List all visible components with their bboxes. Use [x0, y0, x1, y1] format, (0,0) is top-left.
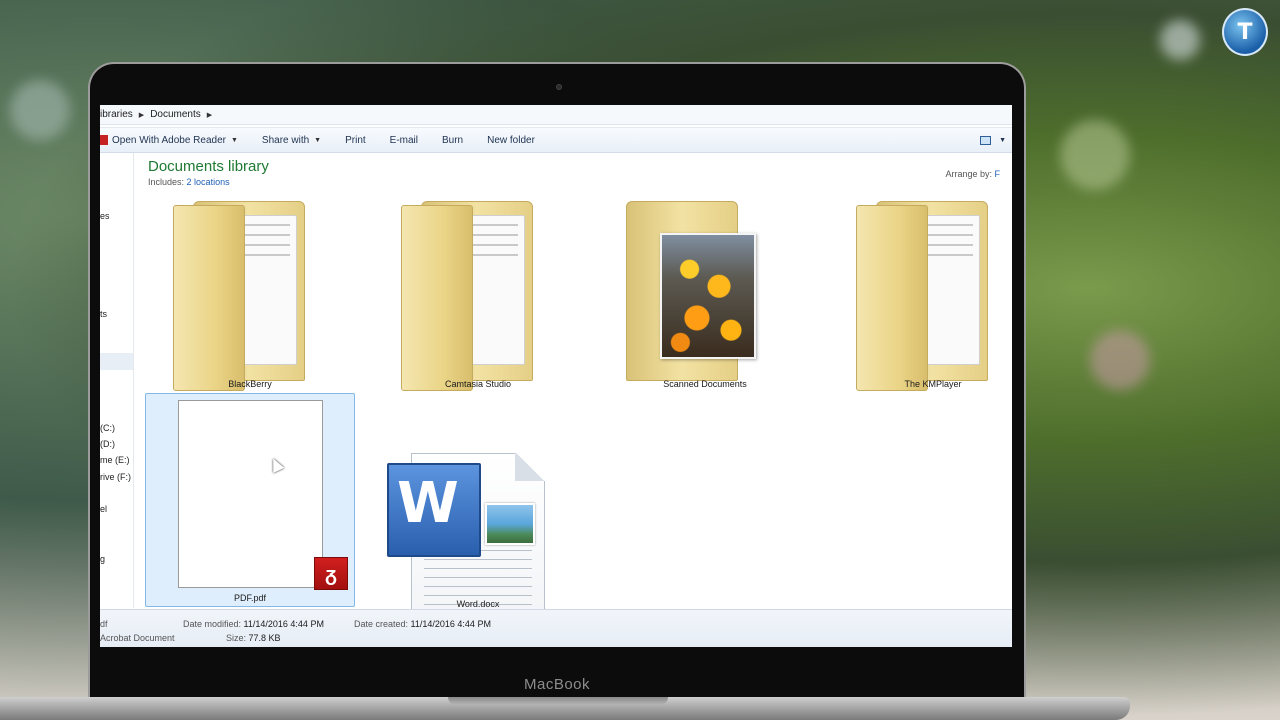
dropdown-caret-icon: ▼ [230, 136, 238, 144]
arrange-by: Arrange by: F [945, 169, 1000, 179]
adobe-reader-icon [100, 135, 108, 145]
library-title: Documents library [148, 158, 269, 175]
item-label: Scanned Documents [663, 379, 747, 389]
new-folder-button[interactable]: New folder [475, 128, 547, 152]
breadcrumb-arrow-icon[interactable]: ▶ [139, 111, 144, 119]
pdf-thumbnail [178, 400, 323, 588]
explorer-window: ibraries ▶ Documents ▶ Open With Adobe R… [100, 105, 1012, 647]
details-pane: df Acrobat Document Date modified: 11/14… [100, 609, 1012, 647]
word-logo-icon: W [387, 463, 481, 557]
nav-item-control-panel[interactable]: el [100, 504, 107, 514]
locations-link[interactable]: 2 locations [187, 177, 230, 187]
arrange-by-dropdown[interactable]: F [995, 169, 1001, 179]
nav-drive-d[interactable]: (D:) [100, 439, 115, 449]
folder-scanned-documents[interactable]: Scanned Documents [600, 193, 810, 393]
open-with-adobe-button[interactable]: Open With Adobe Reader ▼ [100, 128, 250, 152]
folder-camtasia-studio[interactable]: Camtasia Studio [373, 193, 583, 393]
bokeh-light [1160, 20, 1200, 60]
library-includes: Includes: 2 locations [148, 177, 230, 187]
bokeh-light [1090, 330, 1150, 390]
email-button[interactable]: E-mail [378, 128, 430, 152]
folder-front [856, 205, 928, 391]
adobe-pdf-icon: ᵹ [314, 557, 348, 590]
breadcrumb-documents[interactable]: Documents [150, 109, 201, 120]
breadcrumb-arrow-icon[interactable]: ▶ [207, 111, 212, 119]
nav-drive-c[interactable]: (C:) [100, 423, 115, 433]
size-label: Size: [226, 633, 247, 643]
item-label: Word.docx [456, 599, 500, 609]
created-label: Date created: [354, 619, 409, 629]
dropdown-caret-icon: ▼ [314, 136, 322, 144]
laptop-hinge-notch [448, 697, 668, 705]
nav-drive-e[interactable]: me (E:) [100, 455, 130, 465]
size-value: 77.8 KB [248, 633, 281, 643]
nav-item[interactable]: es [100, 211, 110, 221]
item-label: Camtasia Studio [444, 379, 512, 389]
flower-thumbnail [660, 233, 756, 359]
nav-drive-f[interactable]: rive (F:) [100, 472, 131, 482]
nav-item[interactable]: g [100, 554, 105, 564]
modified-label: Date modified: [183, 619, 242, 629]
camera-dot [556, 84, 562, 90]
details-filename: df [100, 619, 108, 629]
details-size: Size: 77.8 KB [226, 633, 281, 643]
navigation-pane: es ts (C:) (D:) me (E:) rive (F:) el g [100, 153, 134, 608]
folder-front [173, 205, 245, 391]
channel-logo: T [1222, 8, 1268, 56]
share-with-label: Share with [261, 134, 310, 146]
laptop-brand-label: MacBook [523, 676, 591, 693]
folder-front [401, 205, 473, 391]
item-label: The KMPlayer [904, 379, 962, 389]
details-filetype: Acrobat Document [100, 633, 175, 643]
dropdown-caret-icon: ▼ [999, 136, 1006, 144]
breadcrumb-libraries[interactable]: ibraries [100, 109, 133, 120]
folder-blackberry[interactable]: BlackBerry [145, 193, 355, 393]
print-button[interactable]: Print [333, 128, 378, 152]
open-with-label: Open With Adobe Reader [112, 134, 226, 146]
arrange-label: Arrange by: [945, 169, 992, 179]
file-view: Documents library Includes: 2 locations … [135, 153, 1012, 627]
details-modified: Date modified: 11/14/2016 4:44 PM [183, 619, 324, 629]
created-value: 11/14/2016 4:44 PM [410, 619, 491, 629]
view-options-icon [980, 135, 992, 145]
bokeh-light [10, 80, 70, 140]
command-bar: Open With Adobe Reader ▼ Share with ▼ Pr… [100, 127, 1012, 153]
picture-icon [485, 503, 535, 545]
item-label: PDF.pdf [233, 593, 266, 603]
nav-selected-highlight [100, 353, 133, 370]
details-created: Date created: 11/14/2016 4:44 PM [354, 619, 491, 629]
share-with-button[interactable]: Share with ▼ [250, 128, 333, 152]
nav-item-documents[interactable]: ts [100, 309, 107, 319]
page-fold [515, 453, 545, 481]
address-bar[interactable]: ibraries ▶ Documents ▶ [100, 105, 1012, 125]
change-view-button[interactable]: ▼ [980, 135, 1012, 145]
folder-the-kmplayer[interactable]: The KMPlayer [828, 193, 1012, 393]
includes-label: Includes: [148, 177, 185, 187]
burn-button[interactable]: Burn [430, 128, 475, 152]
modified-value: 11/14/2016 4:44 PM [243, 619, 324, 629]
file-pdf[interactable]: ᵹ PDF.pdf [145, 393, 355, 607]
item-label: BlackBerry [228, 379, 272, 389]
bokeh-light [1060, 120, 1130, 190]
